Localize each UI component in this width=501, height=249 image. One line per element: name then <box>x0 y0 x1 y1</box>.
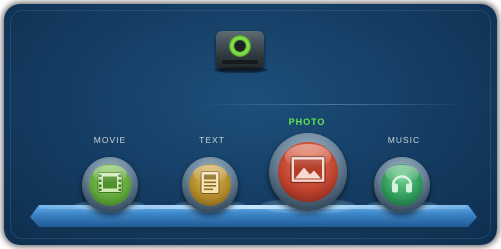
divider-line <box>199 104 469 105</box>
text-button[interactable] <box>182 157 238 213</box>
menu-item-label: PHOTO <box>288 117 326 127</box>
photo-button[interactable] <box>269 133 347 211</box>
menu-item-label: TEXT <box>199 135 225 145</box>
menu-item-label: MUSIC <box>387 135 421 145</box>
movie-button[interactable] <box>82 157 138 213</box>
shelf-shadow <box>44 227 464 239</box>
media-menu-panel: MOVIE TEXT PHOTO MUSIC <box>4 4 497 245</box>
storage-drive-icon[interactable] <box>214 31 268 75</box>
music-button[interactable] <box>374 157 430 213</box>
menu-item-label: MOVIE <box>93 135 127 145</box>
